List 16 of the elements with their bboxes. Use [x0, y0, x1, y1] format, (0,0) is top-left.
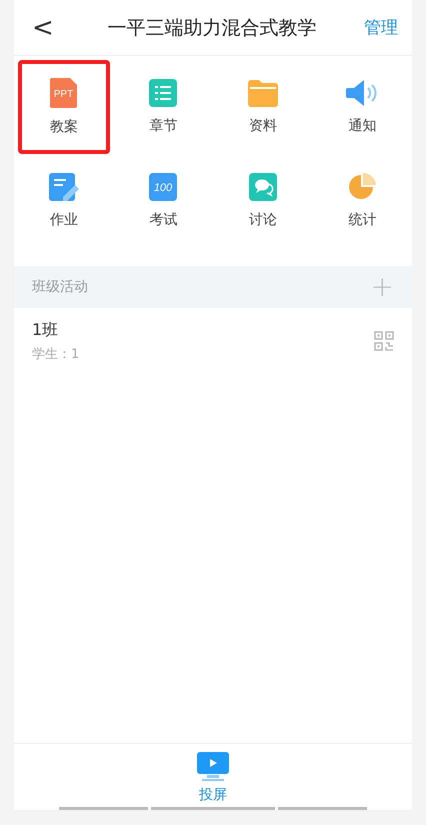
qr-code-icon[interactable]	[374, 331, 394, 351]
back-button[interactable]: <	[26, 12, 60, 42]
ppt-file-icon: PPT	[50, 78, 78, 108]
pie-chart-icon	[348, 173, 376, 201]
monitor-play-icon	[197, 752, 229, 782]
chat-icon	[248, 173, 277, 201]
page-title: 一平三端助力混合式教学	[107, 16, 316, 40]
pencil-note-icon	[48, 173, 79, 201]
feature-tile[interactable]: PPT 教案	[18, 60, 110, 154]
list-icon	[149, 79, 178, 107]
class-name[interactable]: 1班	[32, 320, 80, 340]
speaker-icon	[346, 79, 379, 107]
student-count: 学生：1	[32, 346, 80, 362]
folder-icon	[248, 80, 278, 106]
score-icon: 100	[149, 173, 178, 201]
section-title: 班级活动	[32, 278, 88, 296]
